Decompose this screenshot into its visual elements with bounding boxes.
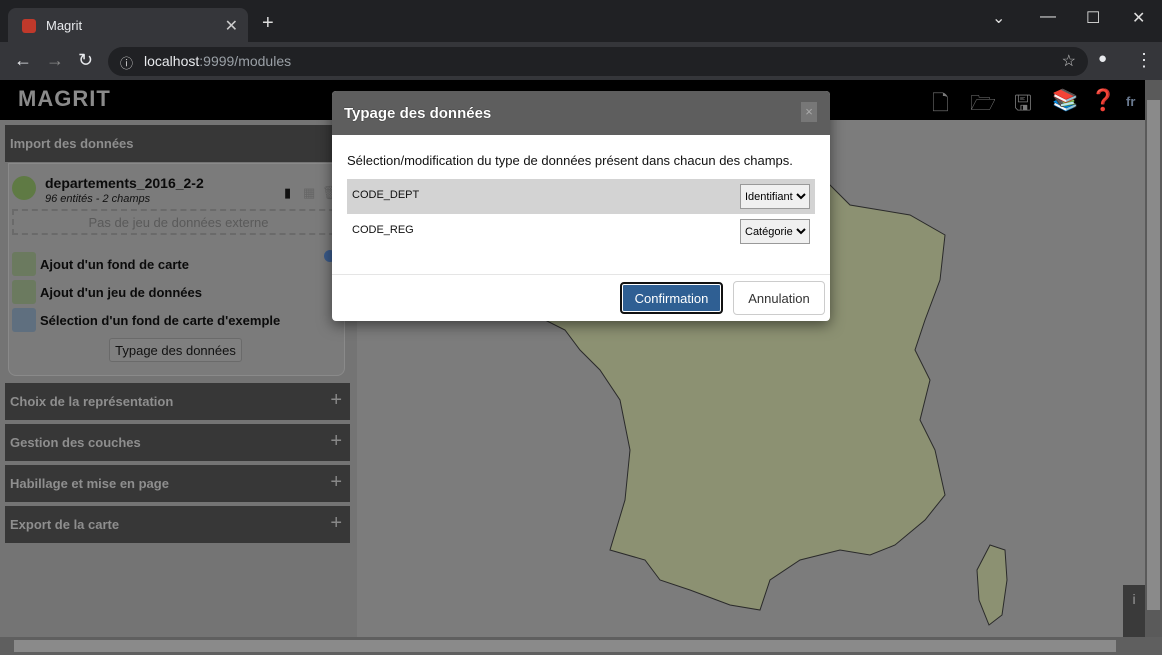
menu-icon[interactable]: ⋮: [1135, 50, 1153, 71]
vertical-scrollbar[interactable]: [1145, 80, 1162, 637]
layer-info: 96 entités - 2 champs: [45, 193, 151, 205]
confirm-button[interactable]: Confirmation: [620, 282, 723, 314]
language-switch[interactable]: fr: [1126, 94, 1135, 109]
reload-icon[interactable]: ↻: [78, 50, 93, 71]
magrit-favicon-icon: [22, 19, 36, 33]
field-row: CODE_REG Catégorie: [347, 214, 815, 249]
section-label: Export de la carte: [10, 517, 120, 532]
tab-title: Magrit: [46, 18, 83, 33]
field-type-select[interactable]: Identifiant: [740, 184, 810, 209]
info-icon: ⓘ: [120, 56, 134, 71]
map-info-tool[interactable]: i: [1123, 585, 1145, 637]
url-host: localhost: [144, 53, 200, 69]
minimize-icon[interactable]: —: [1040, 8, 1056, 26]
add-dataset-icon: [12, 280, 36, 304]
magrit-logo: MAGRIT: [18, 86, 111, 111]
plus-icon: +: [330, 389, 342, 411]
layer-name: departements_2016_2-2: [45, 175, 204, 191]
typage-button[interactable]: Typage des données: [109, 338, 242, 362]
open-folder-icon[interactable]: 🗁: [970, 89, 996, 124]
back-icon[interactable]: ←: [14, 50, 32, 71]
section-label: Import des données: [10, 136, 134, 151]
section-layout[interactable]: Habillage et mise en page +: [5, 465, 350, 502]
plus-icon: +: [330, 471, 342, 493]
profile-icon[interactable]: ●: [1098, 50, 1107, 67]
new-tab-icon[interactable]: +: [262, 12, 274, 35]
section-layers[interactable]: Gestion des couches +: [5, 424, 350, 461]
field-name: CODE_DEPT: [352, 189, 420, 201]
section-label: Gestion des couches: [10, 435, 141, 450]
book-icon[interactable]: 📚: [1052, 89, 1078, 113]
section-import[interactable]: Import des données: [5, 125, 350, 162]
dialog-description: Sélection/modification du type de donnée…: [347, 153, 793, 168]
section-export[interactable]: Export de la carte +: [5, 506, 350, 543]
field-type-select[interactable]: Catégorie: [740, 219, 810, 244]
close-icon[interactable]: ×: [801, 102, 817, 122]
url-path: :9999/modules: [199, 53, 292, 69]
new-file-icon[interactable]: 🗋: [932, 89, 949, 124]
layer-file-icon[interactable]: ▮: [284, 185, 291, 201]
browser-tab[interactable]: Magrit ✕: [8, 8, 248, 42]
forward-icon[interactable]: →: [46, 50, 64, 71]
corsica: [976, 544, 1008, 626]
close-window-icon[interactable]: ✕: [1132, 8, 1145, 28]
add-dataset-link[interactable]: Ajout d'un jeu de données: [40, 285, 202, 300]
help-icon[interactable]: ❓: [1090, 89, 1116, 113]
dialog-title: Typage des données: [332, 91, 830, 135]
sample-basemap-link[interactable]: Sélection d'un fond de carte d'exemple: [40, 313, 280, 328]
browser-titlebar: Magrit ✕ + ⌄ — ☐ ✕: [0, 0, 1162, 42]
field-row: CODE_DEPT Identifiant: [347, 179, 815, 214]
polygon-layer-icon: [12, 176, 36, 200]
chevron-down-icon[interactable]: ⌄: [992, 8, 1005, 28]
external-dataset-dropzone[interactable]: Pas de jeu de données externe: [12, 209, 345, 235]
cancel-button[interactable]: Annulation: [733, 281, 825, 315]
section-label: Habillage et mise en page: [10, 476, 169, 491]
plus-icon: +: [330, 430, 342, 452]
plus-icon: +: [330, 512, 342, 534]
bookmark-star-icon[interactable]: ☆: [1062, 51, 1076, 71]
close-tab-icon[interactable]: ✕: [225, 16, 238, 36]
table-icon[interactable]: ▦: [303, 185, 315, 201]
section-label: Choix de la représentation: [10, 394, 174, 409]
maximize-icon[interactable]: ☐: [1086, 8, 1100, 28]
sample-basemap-icon: [12, 308, 36, 332]
typage-dialog: Typage des données × Sélection/modificat…: [332, 91, 830, 321]
horizontal-scrollbar[interactable]: [0, 637, 1162, 655]
save-icon[interactable]: 🖫: [1014, 89, 1032, 124]
section-representation[interactable]: Choix de la représentation +: [5, 383, 350, 420]
dialog-footer-divider: [332, 274, 830, 275]
add-basemap-link[interactable]: Ajout d'un fond de carte: [40, 257, 189, 272]
browser-toolbar: ← → ↻ ⓘ localhost:9999/modules ☆ ● ⋮: [0, 42, 1162, 80]
field-name: CODE_REG: [352, 224, 414, 236]
address-bar[interactable]: ⓘ localhost:9999/modules ☆: [108, 47, 1088, 76]
add-basemap-icon: [12, 252, 36, 276]
